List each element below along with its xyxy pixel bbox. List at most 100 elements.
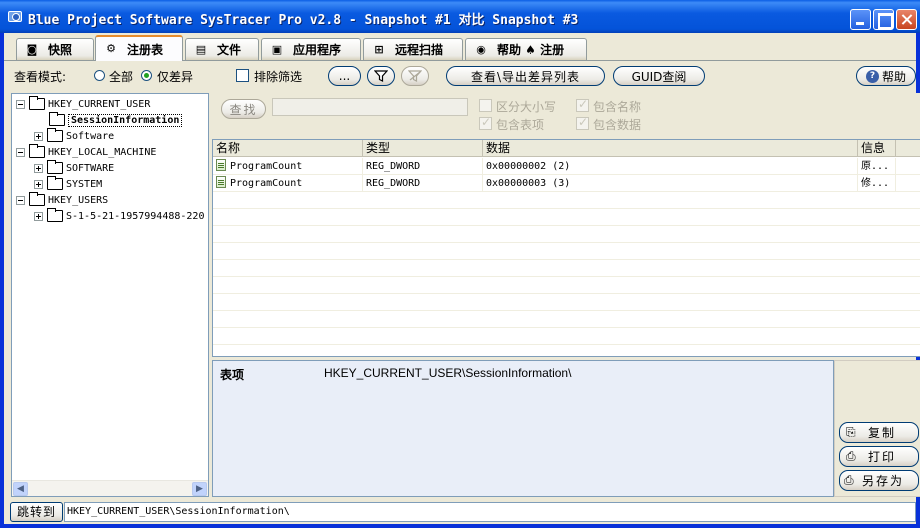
radio-all[interactable] [94, 70, 105, 81]
detail-panel: 表项 HKEY_CURRENT_USER\SessionInformation\ [212, 360, 834, 497]
radio-diff-only-label[interactable]: 仅差异 [157, 68, 193, 85]
folder-icon [47, 128, 63, 142]
cell-data: 0x00000003 (3) [483, 175, 858, 192]
collapse-icon[interactable] [16, 195, 25, 205]
table-row-empty [213, 192, 920, 209]
clear-filter-icon [408, 70, 422, 82]
help-icon: ? [865, 69, 879, 83]
help-button[interactable]: ? 帮助 [856, 66, 916, 86]
file-icon: ▤ [195, 42, 207, 56]
search-input[interactable] [272, 98, 468, 116]
detail-label: 表项 [220, 368, 245, 382]
exclude-filter-label[interactable]: 排除筛选 [254, 68, 302, 85]
include-name-label[interactable]: 包含名称 [593, 98, 641, 115]
table-row[interactable]: ProgramCount REG_DWORD 0x00000003 (3) 修.… [213, 175, 920, 192]
expand-icon[interactable] [34, 131, 43, 141]
exclude-filter-checkbox[interactable] [236, 69, 249, 82]
tab-remote-scan[interactable]: ⊞ 远程扫描 [363, 38, 463, 60]
cell-name: ProgramCount [230, 161, 303, 172]
tree-node-sessioninformation[interactable]: SessionInformation [49, 112, 183, 128]
results-table[interactable]: 名称 类型 数据 信息 ProgramCount REG_DWORD 0x000… [212, 139, 920, 357]
registry-icon: ⚙ [106, 42, 116, 55]
table-row-empty [213, 243, 920, 260]
registry-value-icon [216, 159, 226, 171]
help-icon: ◉ [476, 42, 486, 56]
radio-all-label[interactable]: 全部 [109, 68, 133, 85]
main-tabs: ◙ 快照 ⚙ 注册表 ▤ 文件 ▣ 应用程序 ⊞ 远程扫描 ◉ 帮助 ♠ 注册 [4, 33, 916, 61]
minimize-button[interactable] [850, 9, 871, 30]
collapse-icon[interactable] [16, 147, 25, 157]
find-button[interactable]: 查找 [221, 99, 266, 119]
collapse-icon[interactable] [16, 99, 25, 109]
tree-node-hkcu[interactable]: HKEY_CURRENT_USER [16, 96, 150, 112]
camera-icon: ◙ [26, 42, 38, 56]
expand-icon[interactable] [34, 179, 43, 189]
print-button[interactable]: ⎙ 打印 [839, 446, 919, 467]
detail-value: HKEY_CURRENT_USER\SessionInformation\ [324, 366, 572, 380]
view-mode-label: 查看模式: [14, 70, 67, 84]
scroll-right-icon[interactable]: ▶ [192, 482, 207, 496]
tab-files[interactable]: ▤ 文件 [185, 38, 259, 60]
jump-to-button[interactable]: 跳转到 [10, 502, 63, 522]
column-header-data[interactable]: 数据 [483, 140, 858, 157]
copy-button[interactable]: ⎘ 复制 [839, 422, 919, 443]
tree-node-software[interactable]: Software [34, 128, 114, 144]
cell-type: REG_DWORD [363, 158, 483, 175]
copy-icon: ⎘ [846, 425, 856, 439]
table-body: ProgramCount REG_DWORD 0x00000002 (2) 原.… [213, 158, 920, 356]
table-row-empty [213, 260, 920, 277]
include-entries-checkbox[interactable] [479, 115, 492, 130]
tree-node-system[interactable]: SYSTEM [34, 176, 102, 192]
more-button[interactable]: ... [328, 66, 361, 86]
action-panel: ⎘ 复制 ⎙ 打印 ⎙ 另存为 [834, 360, 920, 497]
table-row[interactable]: ProgramCount REG_DWORD 0x00000002 (2) 原.… [213, 158, 920, 175]
include-data-label[interactable]: 包含数据 [593, 116, 641, 133]
filter-icon [374, 70, 388, 82]
tree-node-user-sid[interactable]: S-1-5-21-1957994488-220 [34, 208, 204, 224]
maximize-button[interactable] [873, 9, 894, 30]
clear-filter-button[interactable] [401, 66, 429, 86]
title-bar[interactable]: Blue Project Software SysTracer Pro v2.8… [0, 0, 920, 33]
filter-button[interactable] [367, 66, 395, 86]
window-title: Blue Project Software SysTracer Pro v2.8… [28, 13, 579, 28]
tree-node-hku[interactable]: HKEY_USERS [16, 192, 108, 208]
toolbar: 查看模式: 全部 仅差异 排除筛选 ... 查看\导出差异列表 GUID查阅 ?… [4, 62, 916, 90]
expand-icon[interactable] [34, 163, 43, 173]
cell-data: 0x00000002 (2) [483, 158, 858, 175]
column-header-name[interactable]: 名称 [213, 140, 363, 157]
table-row-empty [213, 209, 920, 226]
include-name-checkbox[interactable] [576, 97, 589, 112]
include-entries-label[interactable]: 包含表项 [496, 116, 544, 133]
radio-diff-only[interactable] [141, 70, 152, 81]
case-sensitive-checkbox[interactable] [479, 99, 492, 112]
registry-value-icon [216, 176, 226, 188]
close-button[interactable] [896, 9, 917, 30]
tab-registry[interactable]: ⚙ 注册表 [95, 35, 183, 61]
application-icon: ▣ [271, 42, 283, 56]
table-row-empty [213, 311, 920, 328]
folder-icon [29, 96, 45, 110]
tree-horizontal-scrollbar[interactable]: ◀ ▶ [12, 480, 208, 496]
view-export-diff-button[interactable]: 查看\导出差异列表 [446, 66, 605, 86]
tab-help-register[interactable]: ◉ 帮助 ♠ 注册 [465, 38, 587, 60]
table-row-empty [213, 277, 920, 294]
include-data-checkbox[interactable] [576, 115, 589, 130]
scroll-left-icon[interactable]: ◀ [13, 482, 28, 496]
guid-lookup-button[interactable]: GUID查阅 [613, 66, 705, 86]
case-sensitive-label[interactable]: 区分大小写 [496, 98, 556, 115]
folder-icon [29, 144, 45, 158]
folder-icon [29, 192, 45, 206]
tab-applications[interactable]: ▣ 应用程序 [261, 38, 361, 60]
tab-snapshots[interactable]: ◙ 快照 [16, 38, 94, 60]
expand-icon[interactable] [34, 211, 43, 221]
registry-tree[interactable]: HKEY_CURRENT_USER SessionInformation Sof… [11, 93, 209, 497]
search-area: 查找 区分大小写 包含名称 包含表项 包含数据 [212, 93, 920, 139]
column-header-info[interactable]: 信息 [858, 140, 896, 157]
table-row-empty [213, 294, 920, 311]
save-as-button[interactable]: ⎙ 另存为 [839, 470, 919, 491]
column-header-type[interactable]: 类型 [363, 140, 483, 157]
tree-node-software-hklm[interactable]: SOFTWARE [34, 160, 114, 176]
path-input[interactable]: HKEY_CURRENT_USER\SessionInformation\ [64, 502, 916, 522]
app-window: Blue Project Software SysTracer Pro v2.8… [0, 0, 920, 528]
tree-node-hklm[interactable]: HKEY_LOCAL_MACHINE [16, 144, 156, 160]
